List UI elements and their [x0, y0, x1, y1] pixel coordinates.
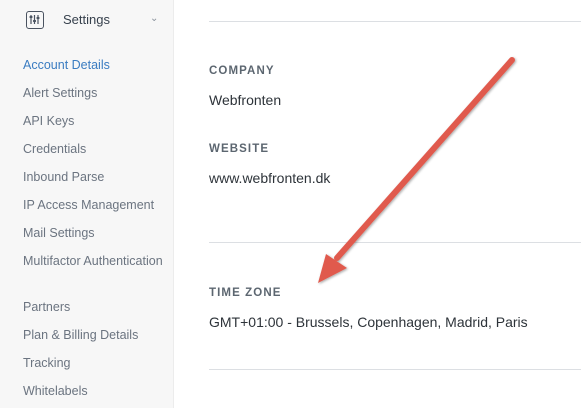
- sidebar-item-credentials[interactable]: Credentials: [23, 140, 163, 158]
- sidebar-item-mail-settings[interactable]: Mail Settings: [23, 224, 163, 242]
- website-value: www.webfronten.dk: [209, 170, 331, 186]
- section-divider: [209, 21, 581, 22]
- sidebar-item-whitelabels[interactable]: Whitelabels: [23, 382, 163, 400]
- sidebar-item-api-keys[interactable]: API Keys: [23, 112, 163, 130]
- settings-sliders-icon: [26, 11, 44, 29]
- chevron-down-icon[interactable]: ⌄: [150, 13, 158, 24]
- sidebar-item-alert-settings[interactable]: Alert Settings: [23, 84, 163, 102]
- timezone-value: GMT+01:00 - Brussels, Copenhagen, Madrid…: [209, 314, 528, 330]
- section-divider: [209, 369, 581, 370]
- company-label: COMPANY: [209, 65, 275, 77]
- timezone-label: TIME ZONE: [209, 287, 282, 299]
- sidebar-item-plan-billing-details[interactable]: Plan & Billing Details: [23, 326, 163, 344]
- company-value: Webfronten: [209, 92, 282, 108]
- website-label: WEBSITE: [209, 143, 270, 155]
- account-details-panel: COMPANY Webfronten WEBSITE www.webfronte…: [174, 0, 581, 408]
- sidebar-item-ip-access-management[interactable]: IP Access Management: [23, 196, 163, 214]
- settings-menu-header[interactable]: Settings ⌄: [0, 0, 173, 40]
- settings-menu-title: Settings: [63, 12, 110, 27]
- sidebar-item-partners[interactable]: Partners: [23, 298, 163, 316]
- sidebar-item-account-details[interactable]: Account Details: [23, 56, 163, 74]
- section-divider: [209, 242, 581, 243]
- sidebar-item-multifactor-authentication[interactable]: Multifactor Authentication: [23, 252, 163, 270]
- settings-sidebar: Settings ⌄ Account Details Alert Setting…: [0, 0, 174, 408]
- sidebar-item-inbound-parse[interactable]: Inbound Parse: [23, 168, 163, 186]
- sidebar-item-tracking[interactable]: Tracking: [23, 354, 163, 372]
